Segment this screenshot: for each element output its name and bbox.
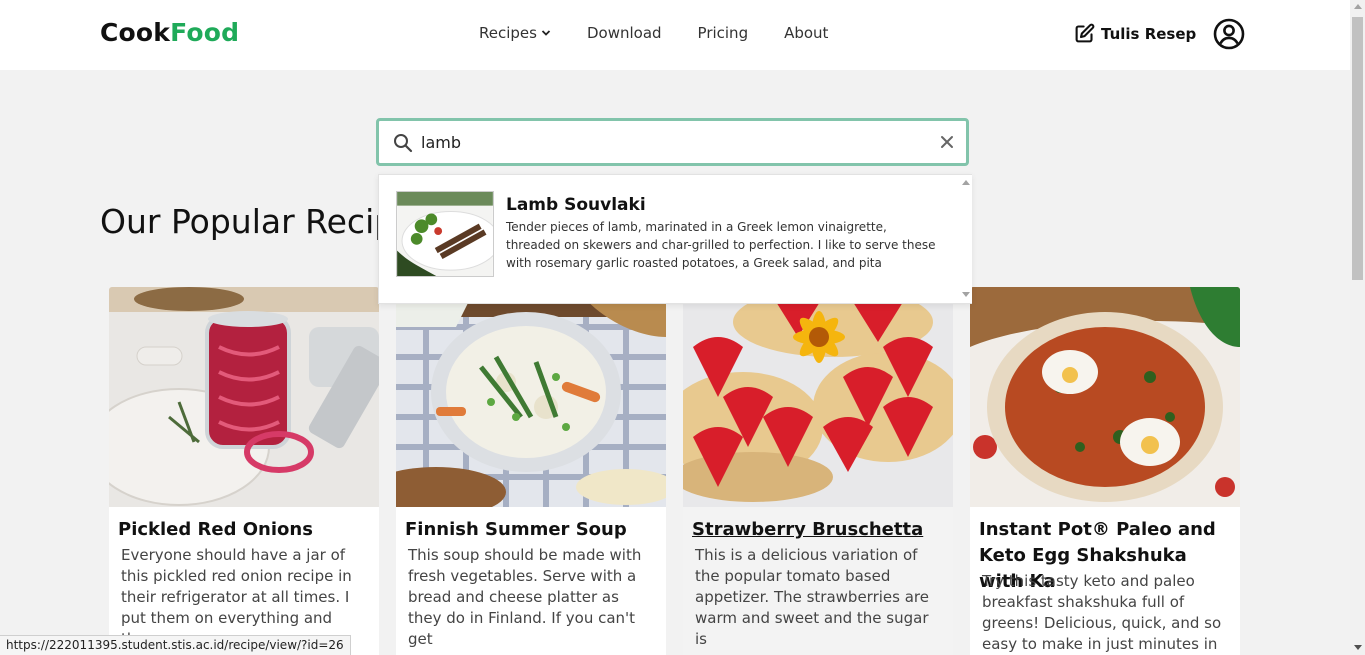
main-nav: Recipes Download Pricing About: [479, 24, 864, 42]
brand-logo-part1: Cook: [100, 18, 171, 47]
search-result-title[interactable]: Lamb Souvlaki: [506, 195, 646, 215]
recipe-card-image: [109, 287, 379, 507]
recipe-card-title[interactable]: Pickled Red Onions: [118, 517, 374, 543]
search-result-thumbnail: [396, 191, 494, 277]
recipe-card-description: This is a delicious variation of the pop…: [695, 546, 929, 648]
recipe-card[interactable]: Pickled Red Onions Everyone should have …: [109, 287, 379, 655]
brand-logo-part2: Food: [170, 18, 240, 47]
nav-download-label: Download: [586, 24, 662, 42]
write-recipe-label: Tulis Resep: [1101, 24, 1197, 43]
nav-pricing[interactable]: Pricing: [698, 24, 749, 42]
user-account-icon[interactable]: [1213, 18, 1245, 50]
nav-about-label: About: [784, 24, 829, 42]
search-icon: [394, 134, 413, 153]
recipe-card-image: [683, 287, 953, 507]
close-icon[interactable]: [940, 135, 954, 149]
edit-icon: [1075, 23, 1095, 43]
dropdown-scrollbar[interactable]: [959, 175, 972, 303]
nav-about[interactable]: About: [784, 24, 828, 42]
search-input[interactable]: [421, 129, 921, 155]
recipe-card-title[interactable]: Finnish Summer Soup: [405, 517, 661, 543]
recipe-card[interactable]: Strawberry Bruschetta This is a deliciou…: [683, 287, 953, 655]
page-scrollbar[interactable]: [1350, 0, 1365, 655]
nav-recipes-label: Recipes: [479, 24, 537, 42]
recipe-card-description: This soup should be made with fresh vege…: [408, 546, 642, 648]
dropdown-scroll-down-icon[interactable]: [962, 292, 970, 297]
brand-logo[interactable]: CookFood: [100, 18, 239, 47]
nav-download[interactable]: Download: [587, 24, 662, 42]
write-recipe-button[interactable]: Tulis Resep: [1074, 23, 1196, 44]
chevron-down-icon: [541, 30, 551, 36]
search-result-item[interactable]: Lamb Souvlaki Tender pieces of lamb, mar…: [379, 175, 959, 303]
recipe-card[interactable]: Instant Pot® Paleo and Keto Egg Shakshuk…: [970, 287, 1240, 655]
scroll-down-arrow-icon[interactable]: [1354, 645, 1362, 650]
recipe-card-image: [396, 287, 666, 507]
search-box: [376, 118, 969, 166]
link-status-bar: https://222011395.student.stis.ac.id/rec…: [0, 635, 351, 655]
recipe-card[interactable]: Finnish Summer Soup This soup should be …: [396, 287, 666, 655]
search-result-description: Tender pieces of lamb, marinated in a Gr…: [506, 220, 936, 270]
scroll-up-arrow-icon[interactable]: [1354, 4, 1362, 9]
recipe-card-image: [970, 287, 1240, 507]
recipe-card-title[interactable]: Strawberry Bruschetta: [692, 517, 948, 543]
search-results-dropdown: Lamb Souvlaki Tender pieces of lamb, mar…: [378, 174, 972, 304]
recipe-card-description: Try this tasty keto and paleo breakfast …: [982, 572, 1222, 653]
nav-recipes[interactable]: Recipes: [479, 24, 551, 42]
scrollbar-thumb[interactable]: [1352, 17, 1363, 280]
nav-pricing-label: Pricing: [697, 24, 749, 42]
dropdown-scroll-up-icon[interactable]: [962, 180, 970, 185]
top-navbar: CookFood Recipes Download Pricing About …: [0, 0, 1350, 70]
